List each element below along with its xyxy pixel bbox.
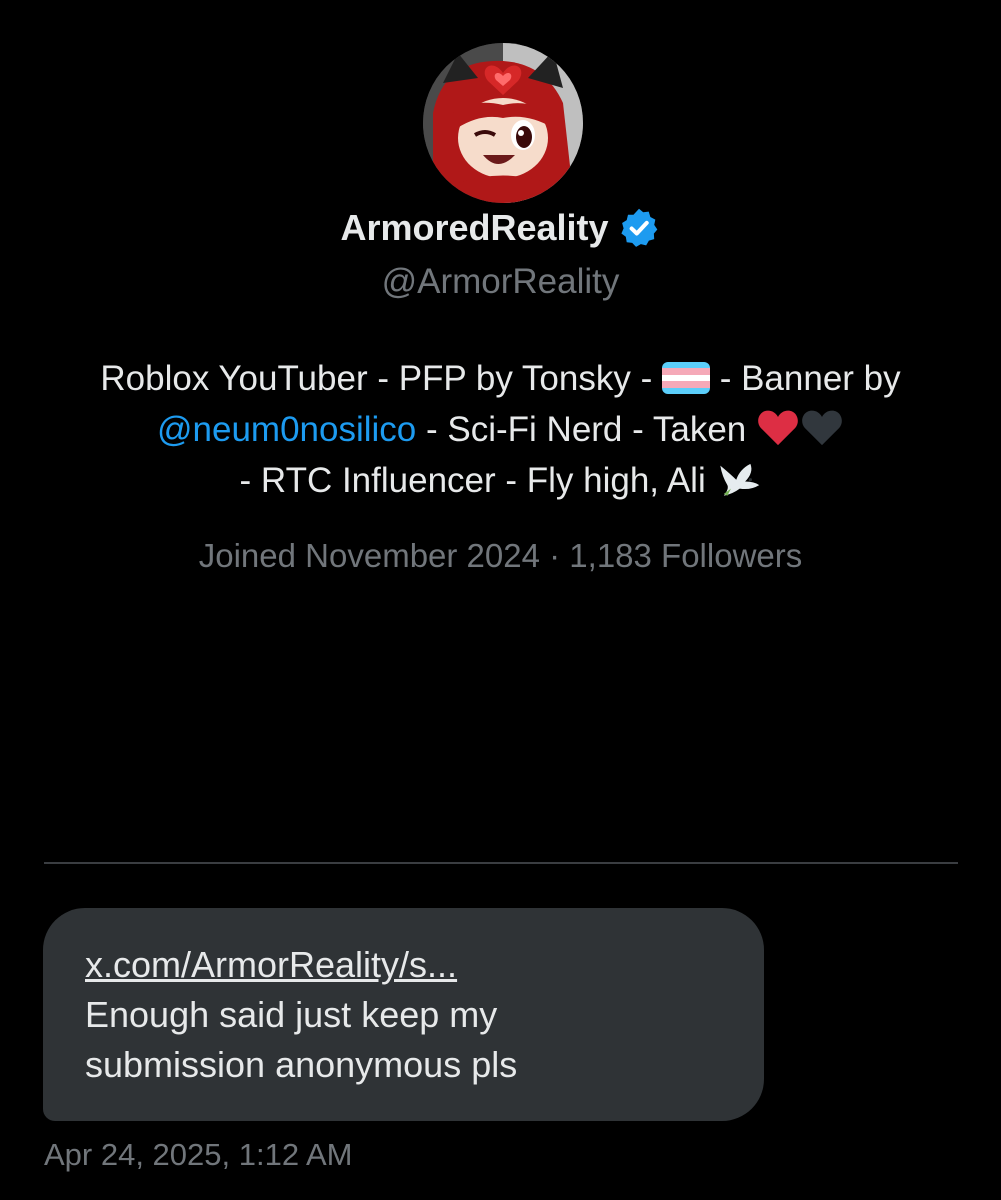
red-heart-icon: [756, 407, 800, 447]
message-text-line-1: Enough said just keep my: [85, 994, 498, 1035]
display-name[interactable]: ArmoredReality: [340, 207, 608, 249]
message-link[interactable]: x.com/ArmorReality/s...: [85, 940, 724, 990]
transgender-flag-icon: [661, 362, 710, 394]
profile-meta: Joined November 2024 · 1,183 Followers: [198, 537, 803, 574]
dm-conversation-view: ArmoredReality @ArmorReality Roblox YouT…: [0, 0, 1001, 1200]
dove-icon: [715, 458, 761, 498]
bio-mention-link[interactable]: @neum0nosilico: [157, 410, 416, 449]
message-text-line-2: submission anonymous pls: [85, 1044, 518, 1085]
verified-badge-icon: [617, 206, 661, 250]
bio-text-2: - Banner by: [709, 359, 901, 398]
bio-text-1: Roblox YouTuber - PFP by Tonsky -: [100, 359, 662, 398]
message-bubble[interactable]: x.com/ArmorReality/s... Enough said just…: [43, 908, 764, 1121]
bio: Roblox YouTuber - PFP by Tonsky - - Bann…: [60, 353, 941, 506]
handle[interactable]: @ArmorReality: [0, 262, 1001, 302]
name-row: ArmoredReality: [0, 206, 1001, 250]
black-heart-icon: [800, 407, 844, 447]
avatar[interactable]: [423, 43, 583, 203]
avatar-image: [423, 43, 583, 203]
divider: [44, 862, 958, 864]
message-timestamp: Apr 24, 2025, 1:12 AM: [44, 1137, 353, 1172]
bio-text-4: - RTC Influencer - Fly high, Ali: [239, 461, 716, 500]
bio-text-3: - Sci-Fi Nerd - Taken: [416, 410, 756, 449]
